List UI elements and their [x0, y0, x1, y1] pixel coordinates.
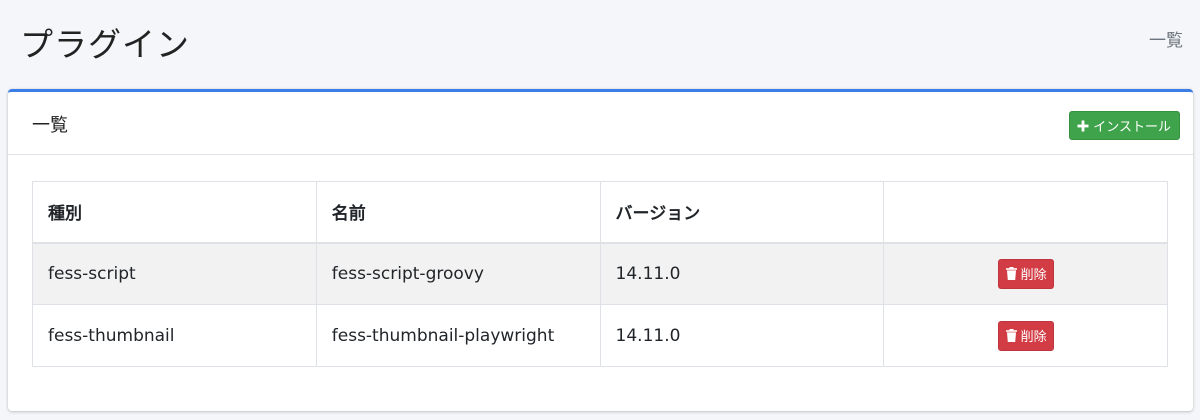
delete-button-label: 削除	[1020, 330, 1047, 345]
cell-type: fess-thumbnail	[32, 304, 317, 367]
delete-button-label: 削除	[1020, 268, 1047, 284]
cell-name: fess-script-groovy	[315, 242, 601, 305]
plus-icon	[1077, 120, 1089, 131]
card-title: 一覧	[32, 115, 68, 136]
cell-name: fess-thumbnail-playwright	[315, 304, 601, 367]
cell-actions: 削除	[883, 242, 1168, 305]
install-button[interactable]: インストール	[1069, 111, 1180, 140]
cell-version: 14.11.0	[599, 242, 885, 305]
install-button-label: インストール	[1093, 120, 1171, 135]
breadcrumb[interactable]: 一覧	[1149, 26, 1183, 51]
delete-button[interactable]: 削除	[997, 258, 1054, 289]
trash-icon	[1005, 267, 1017, 281]
page-header: プラグイン 一覧	[0, 0, 1200, 88]
column-header-actions	[883, 181, 1168, 244]
plugin-table: 種別 名前 バージョン fess-script fess-script-groo…	[32, 181, 1168, 367]
column-header-type: 種別	[32, 181, 317, 244]
card-header: 一覧 インストール	[8, 92, 1193, 155]
column-header-name: 名前	[315, 181, 601, 244]
cell-version: 14.11.0	[599, 304, 885, 367]
page-title: プラグイン	[20, 25, 190, 64]
delete-button[interactable]: 削除	[997, 320, 1054, 351]
trash-icon	[1005, 329, 1017, 342]
column-header-version: バージョン	[599, 181, 885, 244]
table-header-row: 種別 名前 バージョン	[32, 181, 1168, 244]
table-row: fess-thumbnail fess-thumbnail-playwright…	[32, 304, 1168, 367]
cell-type: fess-script	[32, 242, 317, 305]
table-row: fess-script fess-script-groovy 14.11.0 削…	[32, 242, 1168, 305]
cell-actions: 削除	[883, 304, 1168, 367]
plugin-list-card: 一覧 インストール 種別 名前 バージョン fess-script fess-s…	[8, 89, 1193, 411]
